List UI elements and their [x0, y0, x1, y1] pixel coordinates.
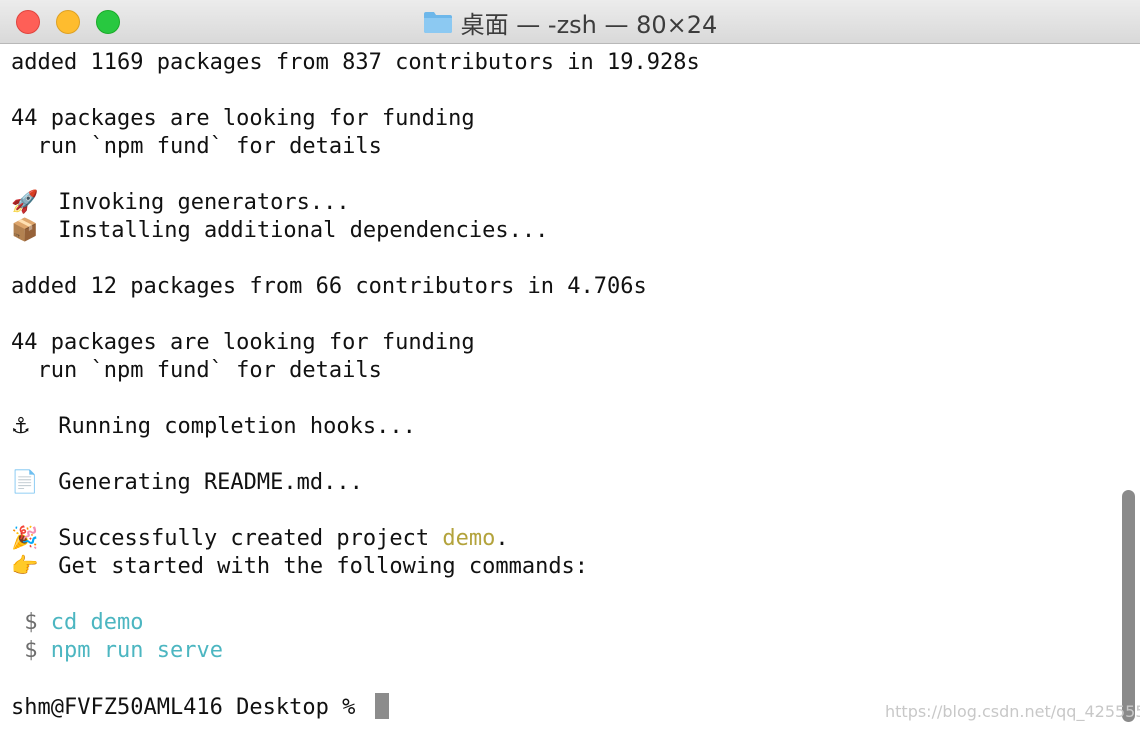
- document-icon: 📄: [11, 470, 39, 495]
- output-text: Invoking generators...: [45, 190, 350, 215]
- output-text: .: [495, 526, 509, 551]
- output-line: 👉 Get started with the following command…: [11, 553, 1118, 581]
- output-line: 🚀 Invoking generators...: [11, 189, 1118, 217]
- output-line: 44 packages are looking for funding: [11, 330, 475, 355]
- package-icon: 📦: [11, 218, 39, 243]
- text-cursor: [374, 693, 389, 719]
- anchor-icon: ⚓: [11, 414, 31, 439]
- title-bar[interactable]: 桌面 — -zsh — 80×24: [0, 0, 1140, 44]
- command-line: $ cd demo: [11, 609, 1118, 637]
- scrollbar-thumb[interactable]: [1122, 490, 1135, 722]
- output-line: 📄 Generating README.md...: [11, 469, 1118, 497]
- output-line: added 1169 packages from 837 contributor…: [11, 50, 700, 75]
- terminal-output[interactable]: added 1169 packages from 837 contributor…: [0, 44, 1118, 730]
- rocket-icon: 🚀: [11, 190, 39, 215]
- command-text: npm run serve: [50, 638, 223, 663]
- window-title-text: 桌面 — -zsh — 80×24: [460, 10, 718, 39]
- output-text: Running completion hooks...: [45, 414, 416, 439]
- output-line: 📦 Installing additional dependencies...: [11, 217, 1118, 245]
- folder-icon: [423, 10, 453, 34]
- output-text: Successfully created project: [45, 526, 443, 551]
- command-line: $ npm run serve: [11, 637, 1118, 665]
- output-line: ⚓ Running completion hooks...: [11, 413, 1118, 441]
- output-text: Generating README.md...: [45, 470, 363, 495]
- output-line: run `npm fund` for details: [11, 134, 382, 159]
- command-text: cd demo: [50, 610, 144, 635]
- dollar-prompt: $: [11, 610, 51, 635]
- shell-prompt: shm@FVFZ50AML416 Desktop %: [11, 695, 369, 720]
- watermark: https://blog.csdn.net/qq_42555578: [885, 702, 1140, 721]
- window-title: 桌面 — -zsh — 80×24: [0, 0, 1140, 44]
- dollar-prompt: $: [11, 638, 51, 663]
- output-line: added 12 packages from 66 contributors i…: [11, 274, 647, 299]
- output-text: Get started with the following commands:: [45, 554, 589, 579]
- output-line: 🎉 Successfully created project demo.: [11, 525, 1118, 553]
- output-line: 44 packages are looking for funding: [11, 106, 475, 131]
- pointing-hand-icon: 👉: [11, 554, 39, 579]
- project-name: demo: [442, 526, 496, 551]
- party-popper-icon: 🎉: [11, 526, 39, 551]
- output-text: Installing additional dependencies...: [45, 218, 549, 243]
- terminal-window: 桌面 — -zsh — 80×24 added 1169 packages fr…: [0, 0, 1140, 730]
- output-line: run `npm fund` for details: [11, 358, 382, 383]
